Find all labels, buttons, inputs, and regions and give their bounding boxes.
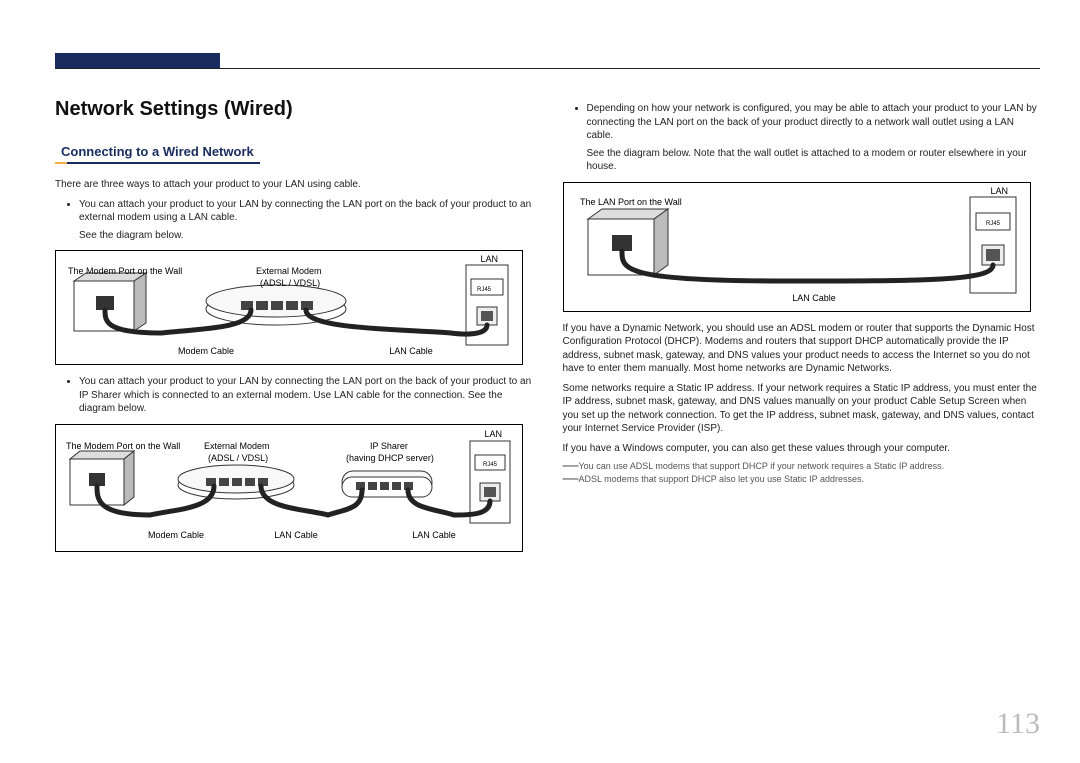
label-ext-modem: External Modem xyxy=(256,266,322,276)
label-lan-cable-3: LAN Cable xyxy=(792,293,836,303)
label-lan-2: LAN xyxy=(484,429,502,439)
page-title: Network Settings (Wired) xyxy=(55,98,533,121)
dash-icon: ― xyxy=(563,461,579,470)
diagram-ip-sharer: The Modem Port on the Wall External Mode… xyxy=(55,424,523,552)
label-lan-3: LAN xyxy=(990,186,1008,196)
label-modem-cable-1: Modem Cable xyxy=(178,346,234,356)
label-lan-cable-1: LAN Cable xyxy=(389,346,433,356)
label-modem-port-2: The Modem Port on the Wall xyxy=(66,441,180,451)
note-2: ― ADSL modems that support DHCP also let… xyxy=(563,474,1041,484)
para-dhcp: If you have a Dynamic Network, you shoul… xyxy=(563,322,1041,376)
label-rj45-1: RJ45 xyxy=(477,287,492,293)
intro-text: There are three ways to attach your prod… xyxy=(55,178,533,192)
label-modem-cable-2: Modem Cable xyxy=(148,530,204,540)
label-adsl-vdsl: (ADSL / VDSL) xyxy=(260,278,320,288)
label-lan-1: LAN xyxy=(480,254,498,264)
label-lan-cable-2b: LAN Cable xyxy=(412,530,456,540)
label-modem-port: The Modem Port on the Wall xyxy=(68,266,182,276)
diagram-modem-direct: The Modem Port on the Wall External Mode… xyxy=(55,250,523,365)
right-column: Depending on how your network is configu… xyxy=(563,98,1041,562)
label-ip-sharer: IP Sharer xyxy=(370,441,408,451)
label-rj45-2: RJ45 xyxy=(483,462,498,468)
label-rj45-3: RJ45 xyxy=(985,221,1000,227)
bullet-method-3: Depending on how your network is configu… xyxy=(587,102,1041,174)
bullet-method-3-note: See the diagram below. Note that the wal… xyxy=(587,147,1041,174)
header-rule xyxy=(55,68,1040,69)
label-dhcp-server: (having DHCP server) xyxy=(346,453,434,463)
label-lan-cable-2a: LAN Cable xyxy=(274,530,318,540)
dash-icon: ― xyxy=(563,474,579,483)
para-static: Some networks require a Static IP addres… xyxy=(563,382,1041,436)
bullet-method-2: You can attach your product to your LAN … xyxy=(79,375,533,416)
header-accent-bar xyxy=(55,53,220,68)
label-ext-modem-2: External Modem xyxy=(204,441,270,451)
label-adsl-vdsl-2: (ADSL / VDSL) xyxy=(208,453,268,463)
section-subheading: Connecting to a Wired Network xyxy=(55,141,260,164)
label-lan-port-wall: The LAN Port on the Wall xyxy=(580,197,682,207)
bullet-method-1-see: See the diagram below. xyxy=(79,229,533,243)
diagram-wall-direct: The LAN Port on the Wall RJ45 LAN LAN Ca… xyxy=(563,182,1031,312)
left-column: Network Settings (Wired) Connecting to a… xyxy=(55,98,533,562)
note-1: ― You can use ADSL modems that support D… xyxy=(563,461,1041,471)
para-windows: If you have a Windows computer, you can … xyxy=(563,442,1041,456)
page-number: 113 xyxy=(996,707,1040,741)
bullet-method-1: You can attach your product to your LAN … xyxy=(79,198,533,243)
